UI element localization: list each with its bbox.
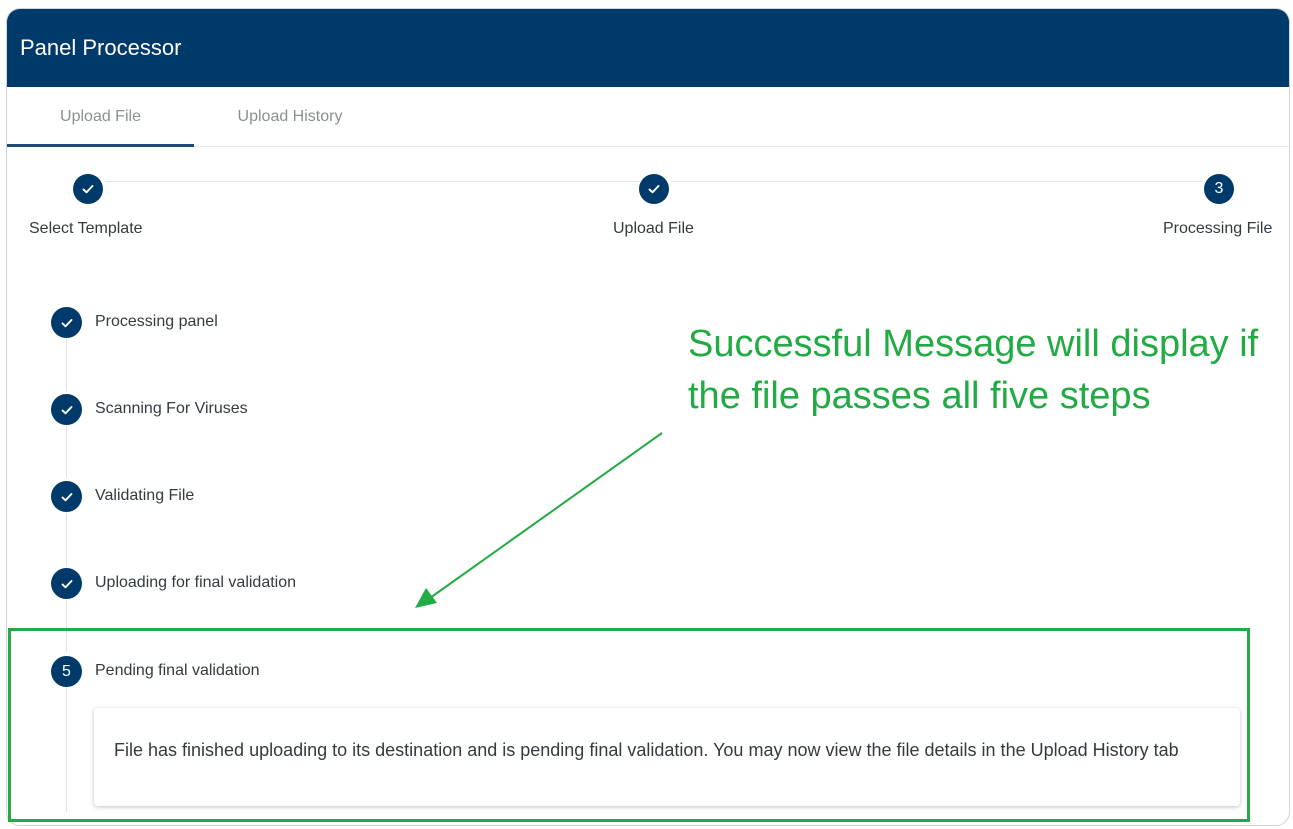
scanning-viruses-check-icon (51, 394, 82, 425)
processing-step-label: Pending final validation (95, 662, 260, 679)
success-message-card: File has finished uploading to its desti… (94, 708, 1240, 806)
tab-bar: Upload File Upload History (7, 87, 1289, 147)
step-upload-file-check-icon (639, 174, 669, 204)
stepper-connector (105, 181, 640, 182)
processing-step-label: Validating File (95, 487, 195, 504)
tab-upload-file[interactable]: Upload File (7, 87, 194, 147)
uploading-final-validation-check-icon (51, 568, 82, 599)
tab-upload-history[interactable]: Upload History (194, 87, 386, 147)
vertical-connector (66, 687, 67, 812)
validating-file-check-icon (51, 481, 82, 512)
vertical-connector (66, 339, 67, 391)
annotation-text: Successful Message will display if the f… (688, 323, 1259, 417)
success-message-text: File has finished uploading to its desti… (114, 740, 1179, 760)
vertical-connector (66, 513, 67, 565)
step-select-template-check-icon (73, 174, 103, 204)
step-label-processing-file: Processing File (1163, 220, 1273, 237)
app-title: Panel Processor (20, 35, 182, 60)
step-label-upload-file: Upload File (613, 220, 694, 237)
processing-step-label: Processing panel (95, 313, 218, 330)
step-processing-file-number: 3 (1204, 174, 1234, 204)
processing-step-label: Uploading for final validation (95, 574, 297, 591)
vertical-connector (66, 426, 67, 478)
pending-validation-step-number: 5 (51, 656, 82, 687)
vertical-connector (66, 600, 67, 652)
app-header: Panel Processor (7, 9, 1289, 87)
processing-panel-check-icon (51, 307, 82, 338)
step-label-select-template: Select Template (29, 220, 143, 237)
processing-step-label: Scanning For Viruses (95, 400, 248, 417)
stepper-connector (671, 181, 1203, 182)
